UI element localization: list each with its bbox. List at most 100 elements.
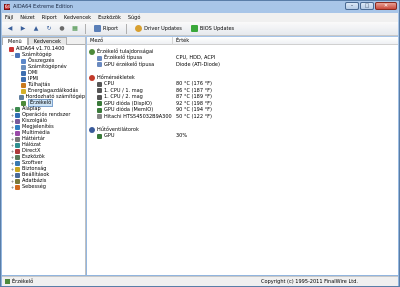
motherboard-icon [15,106,20,112]
field-label: Hitachi HTS545032B9A300 [104,113,172,120]
forward-arrow-icon: ▶ [20,25,26,32]
user-icon: ● [59,25,65,32]
tab-menu[interactable]: Menü [2,37,28,45]
back-button[interactable]: ◀ [5,24,15,33]
power-icon [21,88,26,94]
menu-tools[interactable]: Eszközök [98,15,121,21]
dmi-icon [21,70,26,76]
section-header: Érzékelő tulajdonságai [87,48,398,55]
user-button[interactable]: ● [57,24,67,33]
refresh-button[interactable]: ↻ [44,24,54,33]
driver-updates-button[interactable]: Driver Updates [132,24,185,34]
hdd-icon [97,114,102,120]
sensor-status-icon [5,279,10,284]
details-pane: Mező Érték Érzékelő tulajdonságai Érzékel… [87,36,398,275]
section-title: Hőmérsékletek [97,74,135,81]
menu-report[interactable]: Riport [42,15,57,21]
sensor-type-icon [97,55,102,61]
summary-icon [21,58,26,64]
chart-button[interactable]: ▦ [70,24,80,33]
back-arrow-icon: ◀ [7,25,13,32]
cpu-core-icon [97,94,102,100]
menu-favorites[interactable]: Kedvencek [64,15,91,21]
app-window: 64 AIDA64 Extreme Edition – □ ✕ Fájl Néz… [0,0,400,287]
title-bar[interactable]: 64 AIDA64 Extreme Edition – □ ✕ [1,1,399,13]
report-button[interactable]: Riport [91,24,121,34]
up-button[interactable]: ▲ [31,24,41,33]
field-label: GPU [104,133,115,140]
close-button[interactable]: ✕ [375,2,397,10]
section-title: Hűtőventilátorok [97,126,139,133]
status-left: Érzékelő [2,279,142,285]
chart-icon: ▦ [72,25,78,32]
value-cell: CPU, HDD, ACPI [176,55,216,62]
fan-icon [89,126,95,133]
navigation-tree: AIDA64 v1.70.1400− Számítógép Összegzés Szá… [2,45,85,190]
cpu-icon [97,81,102,87]
field-cell: Érzékelő típusa [87,55,173,61]
column-header: Mező Érték [87,36,398,45]
tree-item[interactable]: + Sebesség [2,184,85,190]
ipmi-icon [21,76,26,82]
computer-icon [15,52,20,58]
value-cell: 86 °C (187 °F) [176,87,212,94]
gpu-icon [97,133,102,139]
toolbar-separator [126,23,128,34]
multimedia-icon [15,130,20,136]
window-title: AIDA64 Extreme Edition [13,4,73,10]
value-cell: 90 °C (194 °F) [176,107,212,114]
benchmark-icon [15,184,20,190]
column-value[interactable]: Érték [173,38,189,44]
field-label: GPU érzékelő típusa [104,61,155,68]
overclock-icon [21,82,26,88]
computer-name-icon [21,64,26,70]
temperature-icon [89,74,95,81]
aida64-logo-icon: 64 [4,4,11,10]
window-controls: – □ ✕ [345,2,397,10]
menu-help[interactable]: Súgó [128,15,141,21]
settings-icon [15,172,20,178]
table-row[interactable]: GPU érzékelő típusa Diode (ATI-Diode) [87,62,398,69]
tab-favorites[interactable]: Kedvencek [27,37,67,45]
database-icon [15,178,20,184]
toolbar-separator [85,23,86,34]
gpu-icon [97,101,102,107]
field-label: CPU [104,81,115,88]
field-label: GPU dióda (MemIO) [104,107,154,114]
section-header: Hűtőventilátorok [87,126,398,133]
column-field[interactable]: Mező [87,36,173,45]
directx-icon [15,148,20,154]
forward-button[interactable]: ▶ [18,24,28,33]
value-cell: 50 °C (122 °F) [176,113,212,120]
menu-bar: Fájl Nézet Riport Kedvencek Eszközök Súg… [2,13,398,22]
search-icon [135,25,143,32]
navigation-pane: Menü Kedvencek AIDA64 v1.70.1400− Számító… [2,37,86,275]
menu-view[interactable]: Nézet [20,15,34,21]
menu-file[interactable]: Fájl [5,15,13,21]
value-cell: Diode (ATI-Diode) [176,61,220,68]
bios-updates-label: BIOS Updates [199,25,235,32]
value-cell: 87 °C (189 °F) [176,94,212,101]
security-icon [15,166,20,172]
section-header: Hőmérsékletek [87,74,398,81]
gpu-sensor-icon [97,62,102,68]
table-row[interactable]: GPU 30% [87,133,398,140]
software-icon [15,160,20,166]
details-list: Érzékelő tulajdonságai Érzékelő típusa CPU… [87,45,398,140]
download-arrow-icon [190,25,198,32]
section-title: Érzékelő tulajdonságai [97,48,154,55]
nav-tabs: Menü Kedvencek [2,37,85,45]
server-icon [15,118,20,124]
field-cell: 1. CPU / 2. mag [87,94,173,100]
bios-updates-button[interactable]: BIOS Updates [188,24,237,34]
display-icon [15,124,20,130]
field-cell: GPU érzékelő típusa [87,62,173,68]
minimize-button[interactable]: – [345,2,359,10]
report-icon [94,25,101,32]
gpu-icon [97,107,102,113]
sensor-props-icon [89,48,95,55]
table-row[interactable]: Hitachi HTS545032B9A300 50 °C (122 °F) [87,114,398,121]
maximize-button[interactable]: □ [360,2,374,10]
field-cell: Hitachi HTS545032B9A300 [87,114,173,120]
storage-icon [15,136,20,142]
